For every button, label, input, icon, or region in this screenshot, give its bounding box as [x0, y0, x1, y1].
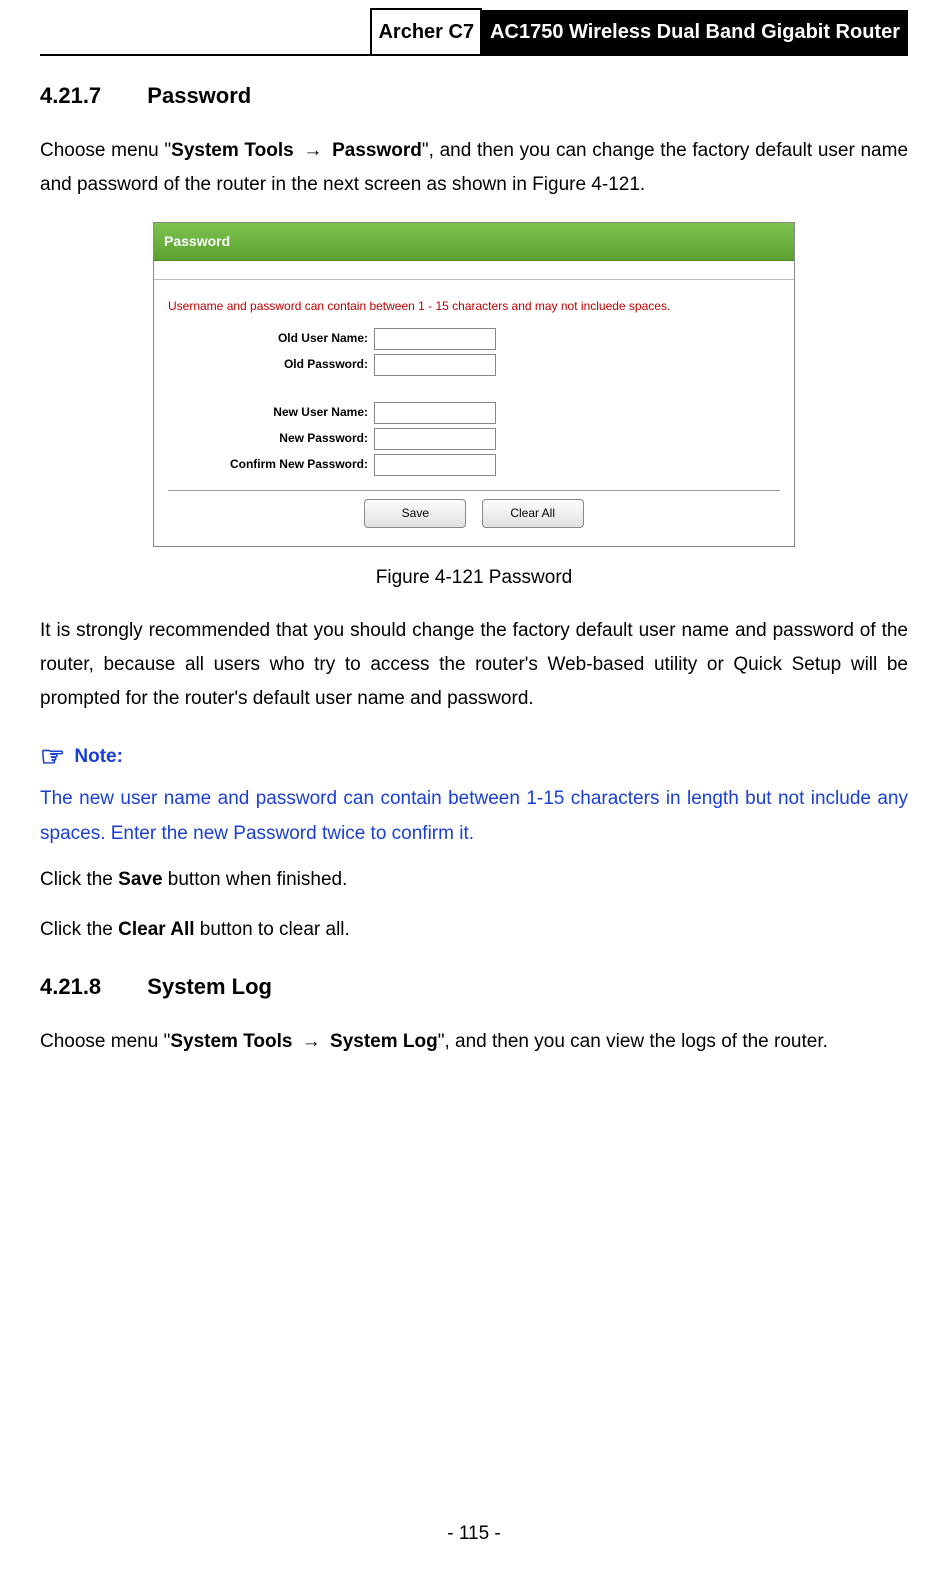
arrow-icon-2: → — [298, 1031, 325, 1052]
save-suffix: button when finished. — [163, 869, 348, 890]
panel-title: Password — [154, 223, 794, 261]
document-page: Archer C7 AC1750 Wireless Dual Band Giga… — [0, 0, 948, 1571]
nav-system-tools-2: System Tools — [170, 1031, 292, 1052]
label-new-password: New Password: — [168, 428, 374, 450]
password-panel: Password Username and password can conta… — [153, 222, 795, 547]
clear-instruction: Click the Clear All button to clear all. — [40, 913, 908, 947]
arrow-icon: → — [299, 140, 326, 161]
section-heading-password: 4.21.7 Password — [40, 76, 908, 116]
save-button[interactable]: Save — [364, 499, 466, 529]
row-confirm-password: Confirm New Password: — [168, 454, 780, 476]
section-heading-syslog: 4.21.8 System Log — [40, 967, 908, 1007]
clear-suffix: button to clear all. — [195, 919, 350, 940]
label-confirm-password: Confirm New Password: — [168, 454, 374, 476]
syslog-intro-prefix: Choose menu " — [40, 1031, 170, 1052]
clear-prefix: Click the — [40, 919, 118, 940]
panel-body: Username and password can contain betwee… — [154, 280, 794, 546]
note-heading: ☞ Note: — [40, 732, 908, 782]
input-new-password[interactable] — [374, 428, 496, 450]
input-old-username[interactable] — [374, 328, 496, 350]
save-instruction: Click the Save button when finished. — [40, 863, 908, 897]
section-title: Password — [147, 83, 251, 108]
panel-spacer — [154, 261, 794, 280]
row-old-password: Old Password: — [168, 354, 780, 376]
figure-wrapper: Password Username and password can conta… — [40, 222, 908, 596]
row-new-username: New User Name: — [168, 402, 780, 424]
input-confirm-password[interactable] — [374, 454, 496, 476]
form-gap — [168, 380, 780, 398]
clear-all-button[interactable]: Clear All — [482, 499, 584, 529]
section-title-syslog: System Log — [147, 974, 272, 999]
syslog-intro-suffix: ", and then you can view the logs of the… — [438, 1031, 828, 1052]
save-prefix: Click the — [40, 869, 118, 890]
label-old-username: Old User Name: — [168, 328, 374, 350]
recommendation-paragraph: It is strongly recommended that you shou… — [40, 614, 908, 717]
page-footer: - 115 - — [0, 1517, 948, 1551]
save-word: Save — [118, 869, 162, 890]
page-header: Archer C7 AC1750 Wireless Dual Band Giga… — [40, 0, 908, 56]
note-body: The new user name and password can conta… — [40, 782, 908, 850]
clear-word: Clear All — [118, 919, 194, 940]
note-label: Note: — [74, 746, 123, 767]
section-number-syslog: 4.21.8 — [40, 967, 101, 1007]
row-new-password: New Password: — [168, 428, 780, 450]
nav-system-log: System Log — [330, 1031, 438, 1052]
label-new-username: New User Name: — [168, 402, 374, 424]
section-intro-syslog: Choose menu "System Tools → System Log",… — [40, 1025, 908, 1059]
product-model: Archer C7 — [370, 8, 482, 54]
nav-password: Password — [332, 140, 422, 161]
intro-prefix: Choose menu " — [40, 140, 171, 161]
input-old-password[interactable] — [374, 354, 496, 376]
figure-caption: Figure 4-121 Password — [40, 561, 908, 595]
pointing-hand-icon: ☞ — [40, 741, 65, 772]
panel-warning: Username and password can contain betwee… — [168, 296, 780, 318]
product-description: AC1750 Wireless Dual Band Gigabit Router — [482, 10, 908, 54]
panel-button-row: Save Clear All — [168, 491, 780, 535]
label-old-password: Old Password: — [168, 354, 374, 376]
row-old-username: Old User Name: — [168, 328, 780, 350]
input-new-username[interactable] — [374, 402, 496, 424]
section-number: 4.21.7 — [40, 76, 101, 116]
nav-system-tools: System Tools — [171, 140, 294, 161]
section-intro-password: Choose menu "System Tools → Password", a… — [40, 134, 908, 202]
